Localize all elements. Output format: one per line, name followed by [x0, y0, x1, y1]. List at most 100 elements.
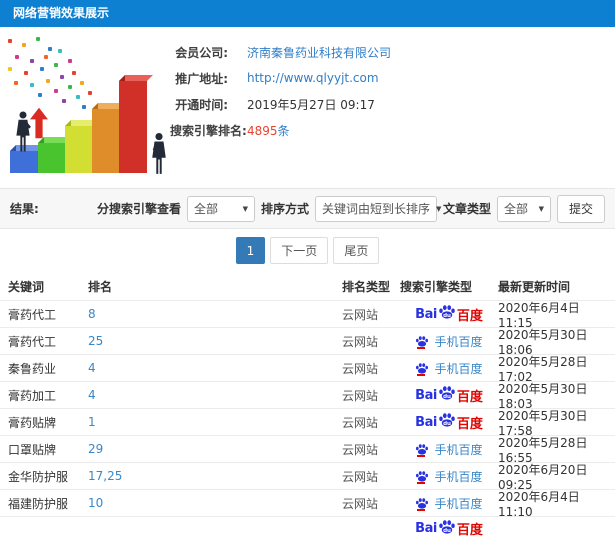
keyword-cell: 膏药加工	[8, 388, 57, 403]
rank-type-cell: 云网站	[342, 469, 379, 484]
mobile-baidu-logo: 手机百度	[415, 333, 483, 350]
table-row: 膏药加工 4 云网站 Bai du 百度 2020年5月30日 18:03	[0, 381, 615, 411]
keyword-cell: 膏药代工	[8, 334, 57, 349]
chart-bar-yellow	[65, 120, 98, 173]
confetti-decoration	[8, 39, 12, 43]
chevron-down-icon: ▼	[242, 204, 248, 213]
rank-count-label: 搜索引擎排名:	[170, 123, 247, 138]
baidu-logo: Bai du 百度	[415, 305, 483, 324]
next-page-button[interactable]: 下一页	[270, 237, 329, 264]
article-type-select-value: 全部	[503, 202, 528, 216]
sort-select-value: 关键词由短到长排序	[321, 202, 430, 216]
chart-bar-red	[119, 75, 153, 173]
svg-text:du: du	[443, 394, 451, 400]
keyword-cell: 秦鲁药业	[8, 361, 57, 376]
company-info: 会员公司: 济南秦鲁药业科技有限公司 推广地址: http://www.qlyy…	[170, 27, 615, 188]
rank-type-cell: 云网站	[342, 334, 379, 349]
mobile-baidu-logo: 手机百度	[415, 360, 483, 377]
engine-cell: Bai du 百度	[400, 413, 498, 432]
rank-link[interactable]: 4	[88, 361, 342, 375]
engine-select-value: 全部	[193, 202, 218, 216]
engine-filter-label: 分搜索引擎查看	[96, 202, 181, 216]
mobile-baidu-logo: 手机百度	[415, 468, 483, 485]
engine-cell: Bai du 百度	[400, 305, 498, 324]
rank-type-cell: 云网站	[342, 388, 379, 403]
info-row-company: 会员公司: 济南秦鲁药业科技有限公司	[170, 39, 615, 65]
chevron-down-icon: ▼	[538, 204, 544, 213]
keyword-cell: 膏药贴牌	[8, 415, 57, 430]
businessman-figure-left	[16, 111, 31, 152]
promo-url-label: 推广地址:	[175, 71, 228, 86]
header-rank: 排名	[88, 279, 113, 294]
keyword-cell: 金华防护服	[8, 469, 69, 484]
filter-bar: 结果: 分搜索引擎查看 全部 ▼ 排序方式 关键词由短到长排序 ▼ 文章类型 全…	[0, 188, 615, 229]
up-arrow-icon	[30, 107, 48, 139]
baidu-logo: Bai du 百度	[415, 519, 483, 538]
engine-cell: 手机百度	[400, 495, 498, 512]
rank-type-cell: 云网站	[342, 496, 379, 511]
page-title: 网络营销效果展示	[13, 6, 110, 20]
rank-type-cell: 云网站	[342, 415, 379, 430]
engine-cell: 手机百度	[400, 468, 498, 485]
sort-select[interactable]: 关键词由短到长排序 ▼	[314, 195, 441, 222]
baidu-paw-icon: du	[439, 519, 455, 533]
info-row-open-time: 开通时间: 2019年5月27日 09:17	[170, 91, 615, 117]
table-row: 福建防护服 10 云网站 手机百度 2020年6月4日 11:10	[0, 489, 615, 519]
rank-link[interactable]: 25	[88, 334, 342, 348]
header-engine-type: 搜索引擎类型	[400, 279, 473, 294]
keyword-cell: 福建防护服	[8, 496, 69, 511]
table-row: 口罩贴牌 29 云网站 手机百度 2020年5月28日 16:55	[0, 435, 615, 465]
baidu-paw-icon: du	[439, 413, 455, 427]
submit-button[interactable]: 提交	[556, 194, 605, 223]
engine-cell: 手机百度	[400, 333, 498, 350]
baidu-paw-icon: du	[439, 386, 455, 400]
mobile-baidu-logo: 手机百度	[415, 495, 483, 512]
baidu-paw-icon	[416, 335, 429, 347]
mobile-baidu-logo: 手机百度	[415, 441, 483, 458]
rank-type-cell: 云网站	[342, 361, 379, 376]
company-name-link[interactable]: 济南秦鲁药业科技有限公司	[247, 44, 391, 61]
rank-link[interactable]: 8	[88, 307, 342, 321]
engine-select[interactable]: 全部 ▼	[186, 195, 255, 222]
rank-link[interactable]: 17,25	[88, 469, 342, 483]
rank-link[interactable]: 10	[88, 496, 342, 510]
baidu-paw-icon	[416, 362, 429, 374]
pagination: 1 下一页 尾页	[0, 229, 615, 272]
rank-link[interactable]: 1	[88, 415, 342, 429]
results-table: 关键词 排名 排名类型 搜索引擎类型 最新更新时间 膏药代工 8 云网站 Bai du…	[0, 272, 615, 543]
article-type-label: 文章类型	[442, 202, 491, 216]
filter-controls: 分搜索引擎查看 全部 ▼ 排序方式 关键词由短到长排序 ▼ 文章类型 全部 ▼ …	[96, 194, 605, 223]
keyword-cell: 口罩贴牌	[8, 442, 57, 457]
result-label: 结果:	[10, 202, 39, 216]
baidu-paw-icon: du	[439, 305, 455, 319]
rank-type-cell: 云网站	[342, 307, 379, 322]
open-time-label: 开通时间:	[175, 97, 228, 112]
chevron-down-icon: ▼	[435, 204, 442, 213]
engine-cell: 手机百度	[400, 360, 498, 377]
title-bar: 网络营销效果展示	[0, 0, 615, 27]
header-keyword: 关键词	[8, 279, 45, 294]
baidu-paw-icon	[416, 443, 429, 455]
baidu-logo: Bai du 百度	[415, 386, 483, 405]
chart-bar-orange	[92, 103, 125, 173]
rank-link[interactable]: 29	[88, 442, 342, 456]
chart-bar-green	[38, 137, 71, 173]
last-page-button[interactable]: 尾页	[333, 237, 380, 264]
engine-cell: 手机百度	[400, 441, 498, 458]
summary-section: 会员公司: 济南秦鲁药业科技有限公司 推广地址: http://www.qlyy…	[0, 27, 615, 188]
article-type-select[interactable]: 全部 ▼	[496, 195, 551, 222]
rank-link[interactable]: 4	[88, 388, 342, 402]
table-row: 膏药贴牌 1 云网站 Bai du 百度 2020年5月30日 17:58	[0, 408, 615, 438]
bar-chart-illustration	[0, 31, 170, 183]
baidu-logo: Bai du 百度	[415, 413, 483, 432]
baidu-paw-icon	[416, 470, 429, 482]
svg-text:du: du	[443, 421, 451, 427]
info-row-rank-count: 搜索引擎排名: 4895条	[170, 117, 615, 143]
promo-url-link[interactable]: http://www.qlyyjt.com	[247, 71, 379, 85]
table-row: 膏药代工 25 云网站 手机百度 2020年5月30日 18:06	[0, 327, 615, 357]
table-row-partial: Bai du 百度	[0, 516, 615, 543]
page-1-button[interactable]: 1	[235, 237, 266, 264]
svg-text:du: du	[443, 527, 451, 533]
engine-cell: Bai du 百度	[400, 519, 498, 538]
info-row-url: 推广地址: http://www.qlyyjt.com	[170, 65, 615, 91]
